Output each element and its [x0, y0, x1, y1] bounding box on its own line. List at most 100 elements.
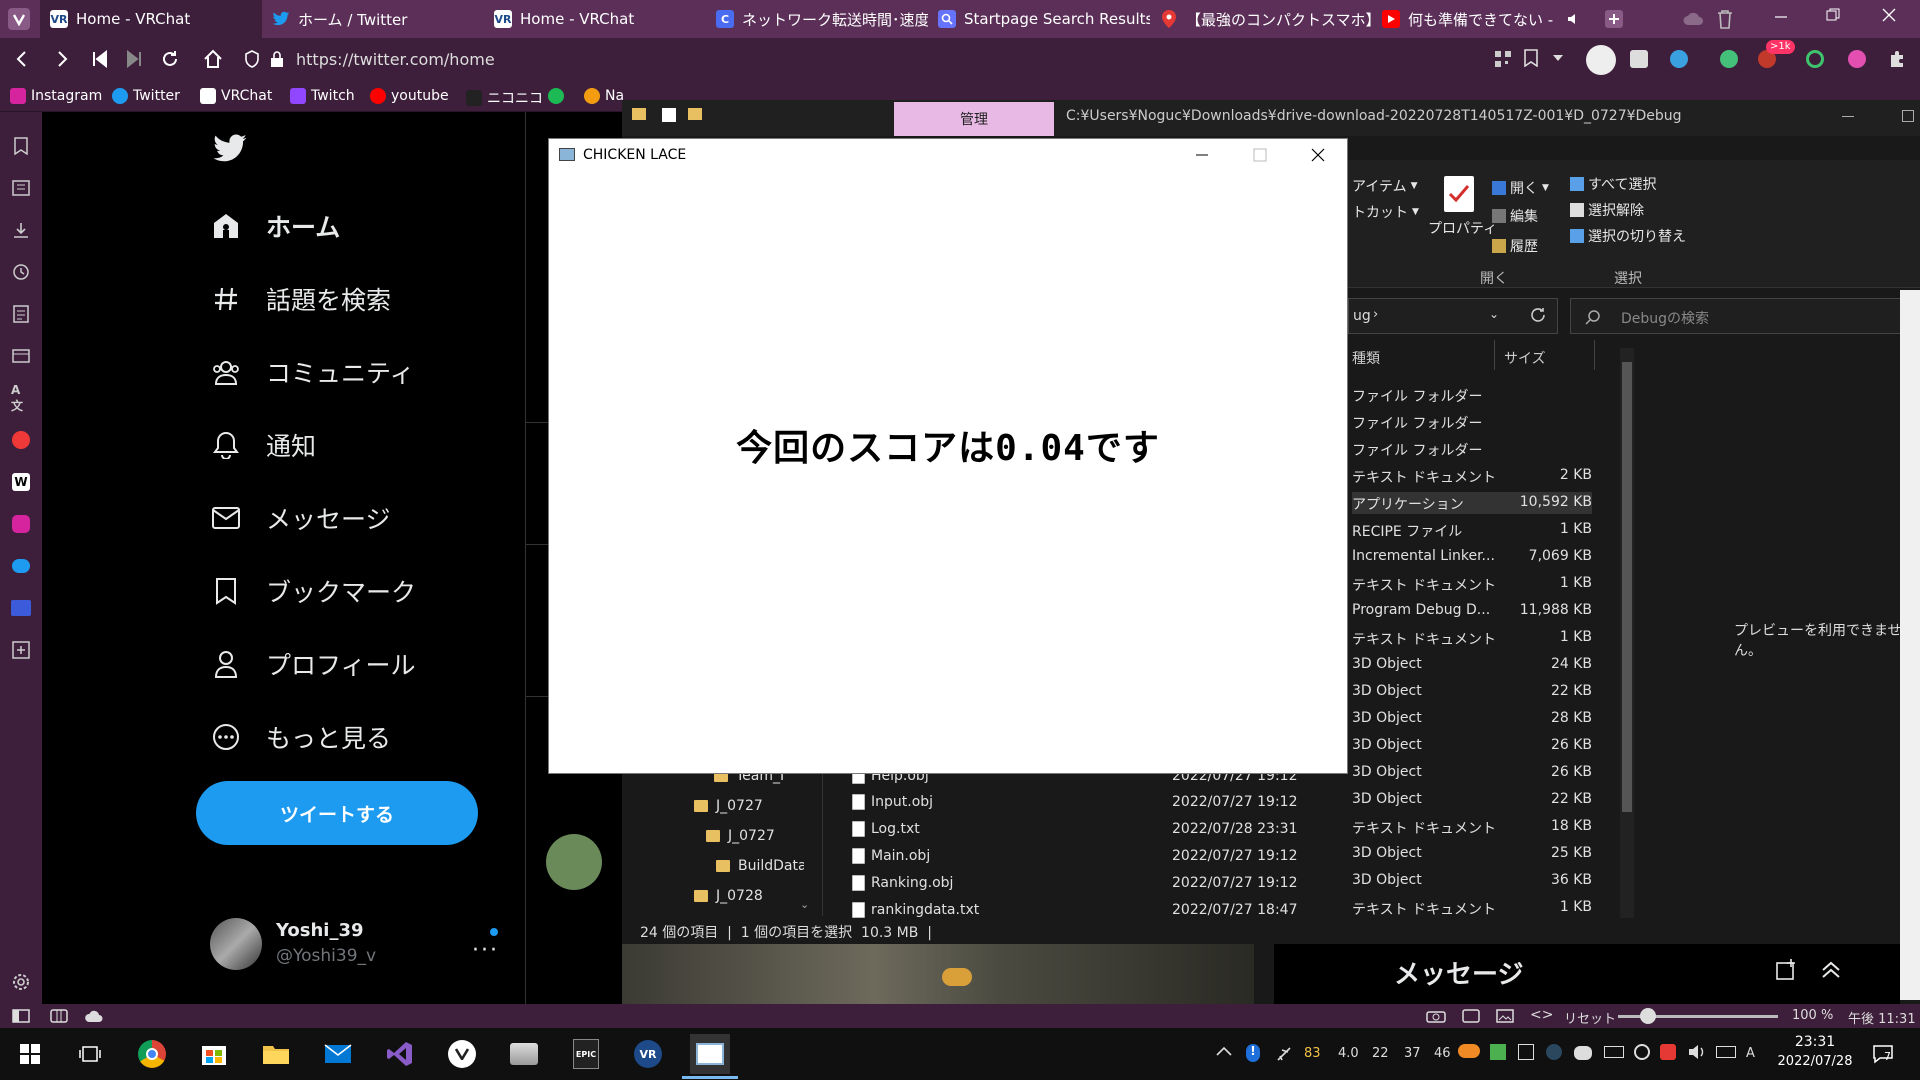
history-button[interactable]: 履歴	[1492, 236, 1538, 256]
sync-cloud-icon[interactable]	[84, 1009, 104, 1023]
tab-vrchat-home[interactable]: VR Home - VRChat	[40, 0, 262, 38]
trash-icon[interactable]	[1716, 9, 1734, 29]
nav-more[interactable]: もっと見る	[210, 719, 391, 755]
tree-scroll-down-icon[interactable]: ⌄	[800, 898, 809, 911]
app-minimize-icon[interactable]	[1195, 148, 1209, 162]
easy-access-button[interactable]: トカット ▼	[1352, 202, 1419, 222]
bookmark-twitter[interactable]: Twitter	[112, 88, 180, 104]
vrchat-taskbar-icon[interactable]: VR	[628, 1034, 668, 1074]
column-type[interactable]: 種類	[1352, 348, 1380, 368]
app-taskbar-icon[interactable]	[504, 1034, 544, 1074]
visual-studio-icon[interactable]	[380, 1034, 420, 1074]
explorer-minimize-icon[interactable]	[1842, 116, 1854, 117]
onedrive-icon[interactable]	[1458, 1044, 1480, 1058]
wikipedia-icon[interactable]: W	[11, 472, 31, 492]
taskbar-time[interactable]: 23:31	[1770, 1034, 1860, 1050]
volume-icon[interactable]	[1688, 1044, 1706, 1060]
profile-avatar[interactable]	[1586, 45, 1616, 75]
expand-up-icon[interactable]	[1820, 958, 1842, 980]
tweet-avatar[interactable]	[546, 834, 602, 890]
epic-games-icon[interactable]: EPIC	[566, 1034, 606, 1074]
tab-tiling-icon[interactable]	[50, 1009, 68, 1023]
select-all-button[interactable]: すべて選択	[1570, 174, 1656, 194]
window-icon[interactable]	[1462, 1009, 1480, 1023]
tweet-button[interactable]: ツイートする	[196, 781, 478, 845]
green-extension-icon[interactable]	[1806, 50, 1824, 68]
downloads-icon[interactable]	[11, 220, 31, 240]
tray-red-icon[interactable]	[1660, 1044, 1676, 1060]
display-icon[interactable]	[1716, 1046, 1736, 1058]
zoom-reset-button[interactable]: リセット	[1564, 1008, 1616, 1027]
restore-icon[interactable]	[1826, 8, 1840, 22]
ime-mode-icon[interactable]: A	[1746, 1046, 1755, 1061]
rewind-icon[interactable]	[92, 50, 108, 68]
bookmark-niconico[interactable]: ニコニコ	[466, 88, 543, 108]
window-panel-icon[interactable]	[11, 346, 31, 366]
explorer-address-box[interactable]: ug › ⌄	[1348, 298, 1558, 334]
new-folder-icon[interactable]	[688, 108, 702, 120]
file-row[interactable]: Input.obj 2022/07/27 19:12	[852, 794, 1298, 816]
check-icon[interactable]	[662, 108, 676, 122]
chevron-down-icon[interactable]: ⌄	[1489, 307, 1499, 321]
account-menu-icon[interactable]: ···	[472, 938, 499, 963]
translate-extension-icon[interactable]	[1670, 50, 1688, 68]
table-row[interactable]: ファイル フォルダー	[1352, 438, 1592, 460]
app-close-icon[interactable]	[1311, 148, 1325, 162]
shield-icon[interactable]	[244, 50, 260, 68]
pink-extension-icon[interactable]	[1848, 50, 1866, 68]
nav-communities[interactable]: コミュニティ	[210, 354, 415, 390]
bookmark-nana[interactable]: Nana	[584, 88, 624, 104]
vivaldi-icon[interactable]	[11, 430, 31, 450]
vivaldi-taskbar-icon[interactable]	[442, 1034, 482, 1074]
store-icon[interactable]	[194, 1034, 234, 1074]
fast-forward-icon[interactable]	[126, 50, 142, 68]
twitter-logo-icon[interactable]	[212, 134, 248, 164]
nav-explore[interactable]: 話題を検索	[210, 281, 391, 317]
column-size[interactable]: サイズ	[1504, 348, 1546, 368]
nav-messages[interactable]: メッセージ	[210, 500, 391, 536]
start-button[interactable]	[10, 1034, 50, 1074]
steam-icon[interactable]	[1546, 1044, 1562, 1060]
table-row[interactable]: Incremental Linker... 7,069 KB	[1352, 546, 1592, 568]
edit-button[interactable]: 編集	[1492, 206, 1538, 226]
avatar[interactable]	[210, 918, 262, 970]
tab-network-calc[interactable]: C ネットワーク転送時間･速度計	[706, 0, 928, 38]
file-row[interactable]: Log.txt 2022/07/28 23:31	[852, 821, 1298, 843]
file-row[interactable]: Ranking.obj 2022/07/27 19:12	[852, 875, 1298, 897]
notes-icon[interactable]	[11, 304, 31, 324]
instagram-panel-icon[interactable]	[11, 514, 31, 534]
table-row[interactable]: テキスト ドキュメント 1 KB	[1352, 627, 1592, 649]
nav-home[interactable]: ホーム	[210, 208, 340, 244]
tab-vrchat-home-2[interactable]: VR Home - VRChat	[484, 0, 706, 38]
image-icon[interactable]	[1496, 1009, 1514, 1023]
tree-item[interactable]: J_0727	[694, 798, 763, 814]
deselect-button[interactable]: 選択解除	[1570, 200, 1644, 220]
history-icon[interactable]	[11, 262, 31, 282]
table-row[interactable]: 3D Object 28 KB	[1352, 708, 1592, 730]
notification-center-icon[interactable]: 7	[1872, 1044, 1896, 1064]
twitter-panel-icon[interactable]	[11, 556, 31, 576]
table-row[interactable]: 3D Object 22 KB	[1352, 681, 1592, 703]
nav-profile[interactable]: プロフィール	[210, 646, 416, 682]
file-row[interactable]: Main.obj 2022/07/27 19:12	[852, 848, 1298, 870]
messages-drawer[interactable]: メッセージ	[1274, 944, 1900, 1004]
tray-chevron-icon[interactable]	[1216, 1046, 1232, 1056]
mail-app-icon[interactable]	[318, 1034, 358, 1074]
bookmark-vrchat[interactable]: VRChat	[200, 88, 272, 104]
reload-icon[interactable]	[160, 49, 180, 69]
tree-item[interactable]: BuildData	[716, 858, 804, 874]
discord-icon[interactable]	[1574, 1046, 1592, 1060]
alert-icon[interactable]: !	[1246, 1044, 1260, 1062]
properties-button[interactable]: プロパティ	[1428, 218, 1497, 238]
table-row[interactable]: 3D Object 25 KB	[1352, 843, 1592, 865]
tray-app-icon[interactable]	[1490, 1044, 1506, 1060]
code-icon[interactable]: <>	[1530, 1007, 1553, 1023]
add-panel-icon[interactable]	[11, 640, 31, 660]
table-row[interactable]: 3D Object 36 KB	[1352, 870, 1592, 892]
back-icon[interactable]	[12, 49, 32, 69]
dropdown-icon[interactable]	[1552, 54, 1564, 62]
table-row[interactable]: テキスト ドキュメント 2 KB	[1352, 465, 1592, 487]
chicken-lace-taskbar-icon[interactable]	[690, 1034, 730, 1074]
zoom-slider[interactable]	[1618, 1008, 1778, 1024]
table-row[interactable]: 3D Object 26 KB	[1352, 735, 1592, 757]
